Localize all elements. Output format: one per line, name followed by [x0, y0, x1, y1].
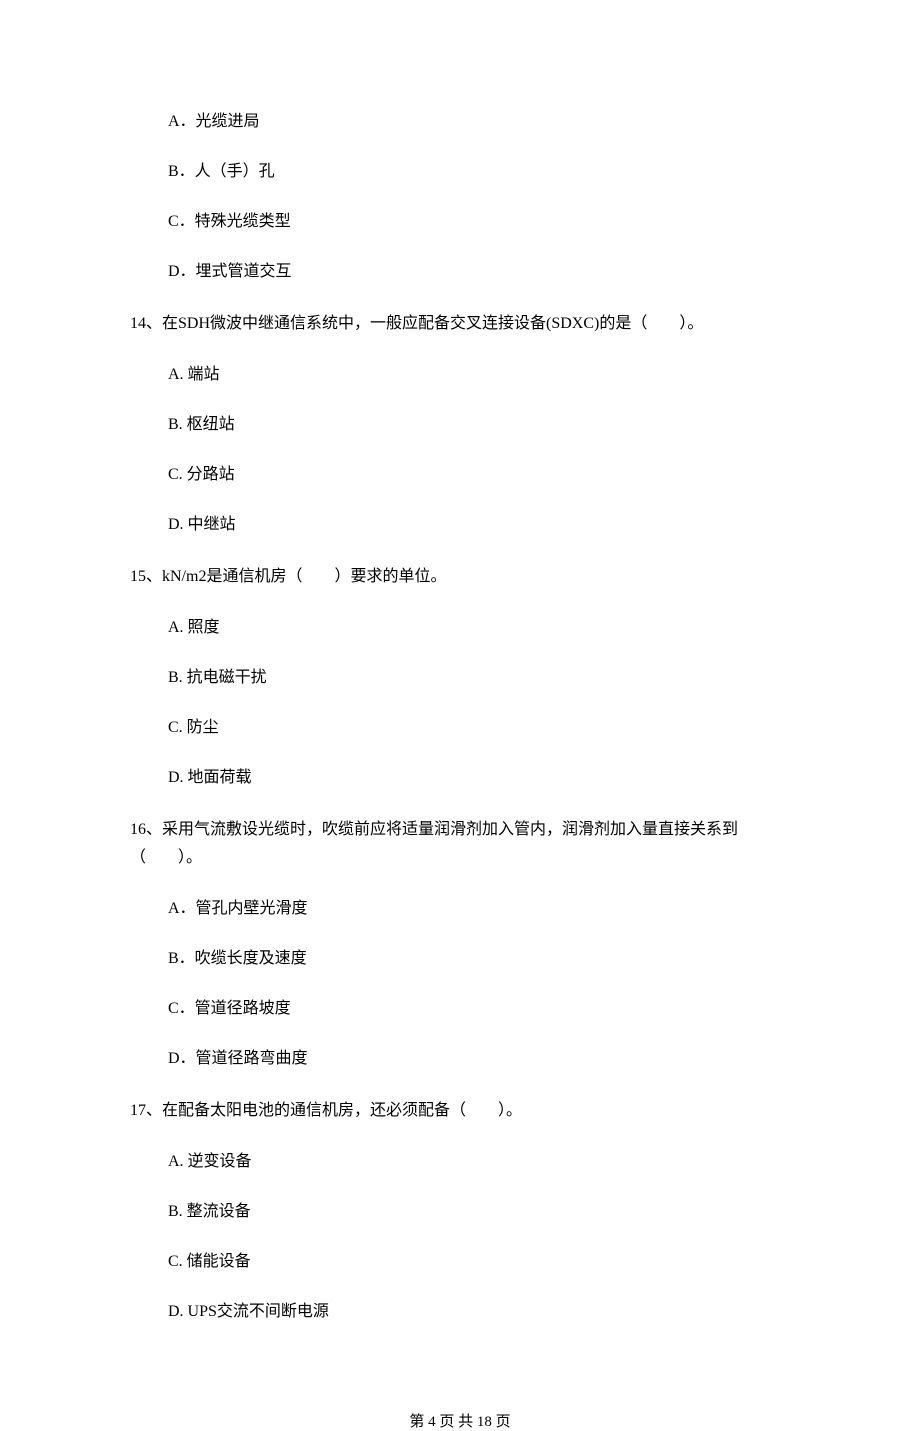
q14-option-d: D. 中继站	[168, 513, 790, 537]
q14-stem: 14、在SDH微波中继通信系统中，一般应配备交叉连接设备(SDXC)的是（ ）。	[130, 310, 790, 337]
q16-stem: 16、采用气流敷设光缆时，吹缆前应将适量润滑剂加入管内，润滑剂加入量直接关系到（…	[130, 816, 790, 870]
q16-option-c: C．管道径路坡度	[168, 997, 790, 1021]
q13-option-a: A．光缆进局	[168, 110, 790, 134]
q14-option-b: B. 枢纽站	[168, 413, 790, 437]
q15-stem: 15、kN/m2是通信机房（ ）要求的单位。	[130, 563, 790, 590]
q14-option-a: A. 端站	[168, 363, 790, 387]
q13-option-c: C．特殊光缆类型	[168, 210, 790, 234]
document-page: A．光缆进局 B．人（手）孔 C．特殊光缆类型 D．埋式管道交互 14、在SDH…	[0, 0, 920, 1390]
page-footer: 第 4 页 共 18 页	[0, 1390, 920, 1431]
q17-option-b: B. 整流设备	[168, 1200, 790, 1224]
q15-option-d: D. 地面荷载	[168, 766, 790, 790]
q16-option-a: A．管孔内壁光滑度	[168, 897, 790, 921]
q17-option-d: D. UPS交流不间断电源	[168, 1300, 790, 1324]
q13-option-d: D．埋式管道交互	[168, 260, 790, 284]
q17-option-a: A. 逆变设备	[168, 1150, 790, 1174]
q15-option-a: A. 照度	[168, 616, 790, 640]
q15-option-b: B. 抗电磁干扰	[168, 666, 790, 690]
q15-option-c: C. 防尘	[168, 716, 790, 740]
q16-option-b: B．吹缆长度及速度	[168, 947, 790, 971]
q14-option-c: C. 分路站	[168, 463, 790, 487]
q13-option-b: B．人（手）孔	[168, 160, 790, 184]
q17-option-c: C. 储能设备	[168, 1250, 790, 1274]
q17-stem: 17、在配备太阳电池的通信机房，还必须配备（ ）。	[130, 1097, 790, 1124]
q16-option-d: D．管道径路弯曲度	[168, 1047, 790, 1071]
